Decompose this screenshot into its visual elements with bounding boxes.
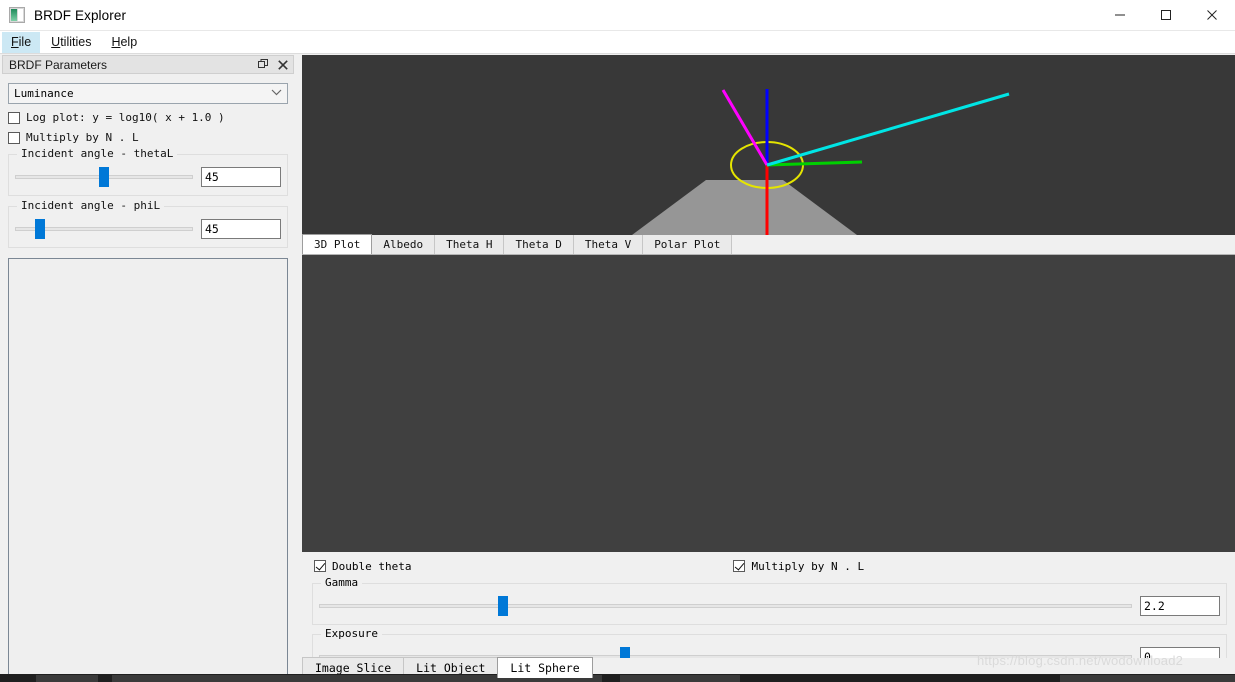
brdf-channel-combo[interactable]: Luminance — [8, 83, 288, 104]
minimize-button[interactable] — [1097, 0, 1143, 31]
phil-slider[interactable] — [15, 218, 193, 240]
float-icon[interactable] — [253, 56, 273, 74]
maximize-button[interactable] — [1143, 0, 1189, 31]
phil-value-input[interactable]: 45 — [201, 219, 281, 239]
bottom-multiply-nl-label: Multiply by N . L — [751, 559, 865, 573]
tab-theta-v[interactable]: Theta V — [572, 234, 644, 254]
menu-item-utilities[interactable]: Utilities — [42, 32, 100, 53]
log-plot-checkbox-row[interactable]: Log plot: y = log10( x + 1.0 ) — [8, 111, 296, 124]
brdf-parameters-panel: BRDF Parameters Luminance Log plot: y = … — [0, 55, 296, 682]
tab-lit-sphere[interactable]: Lit Sphere — [497, 657, 593, 678]
bottom-checkbox-row: Double theta Multiply by N . L — [314, 558, 1235, 574]
tab-polar-plot[interactable]: Polar Plot — [642, 234, 733, 254]
close-button[interactable] — [1189, 0, 1235, 31]
thetal-slider-thumb[interactable] — [98, 167, 109, 187]
chevron-down-icon — [271, 88, 282, 99]
3d-viewport[interactable] — [302, 55, 1235, 235]
taskbar-item[interactable] — [36, 675, 98, 682]
gamma-slider-track — [319, 604, 1132, 608]
menu-item-help[interactable]: Help — [102, 32, 146, 53]
gamma-group-label: Gamma — [321, 576, 363, 589]
panel-close-icon[interactable] — [273, 56, 293, 74]
main-content: 3D Plot Albedo Theta H Theta D Theta V P… — [302, 55, 1235, 676]
exposure-group-label: Exposure — [321, 627, 382, 640]
bottom-multiply-nl-checkbox[interactable] — [733, 560, 746, 572]
menu-item-file[interactable]: File — [2, 31, 41, 53]
gamma-value-input[interactable]: 2.2 — [1140, 596, 1220, 616]
gamma-group: Gamma 2.2 — [312, 576, 1227, 625]
application-window: BRDF Explorer File Utilities Help BRDF P… — [0, 0, 1235, 682]
combo-selected-value: Luminance — [14, 87, 74, 100]
menu-bar: File Utilities Help — [0, 31, 1235, 54]
thetal-value-input[interactable]: 45 — [201, 167, 281, 187]
log-plot-checkbox[interactable] — [8, 111, 20, 124]
app-icon — [9, 7, 25, 23]
panel-title-label: BRDF Parameters — [9, 57, 108, 72]
3d-scene — [302, 55, 1235, 235]
gamma-slider[interactable] — [319, 595, 1132, 617]
brdf-parameter-list[interactable] — [8, 258, 288, 682]
thetal-group-label: Incident angle - thetaL — [17, 147, 178, 160]
top-tab-bar: 3D Plot Albedo Theta H Theta D Theta V P… — [302, 234, 1235, 255]
thetal-slider[interactable] — [15, 166, 193, 188]
tab-theta-h[interactable]: Theta H — [434, 234, 505, 254]
window-title: BRDF Explorer — [34, 7, 127, 23]
phil-group: Incident angle - phiL 45 — [8, 199, 288, 248]
os-taskbar — [0, 674, 1235, 682]
multiply-nl-checkbox[interactable] — [8, 131, 20, 144]
multiply-nl-checkbox-row[interactable]: Multiply by N . L — [8, 131, 296, 144]
gamma-slider-thumb[interactable] — [497, 596, 508, 616]
lit-sphere-render-area[interactable] — [302, 255, 1235, 552]
tab-albedo[interactable]: Albedo — [371, 234, 436, 254]
tab-3d-plot[interactable]: 3D Plot — [302, 234, 373, 254]
phil-slider-thumb[interactable] — [34, 219, 45, 239]
taskbar-item[interactable] — [1060, 675, 1235, 682]
window-title-bar: BRDF Explorer — [0, 0, 1235, 31]
window-controls — [1097, 0, 1235, 31]
multiply-nl-label: Multiply by N . L — [26, 131, 139, 144]
phil-group-label: Incident angle - phiL — [17, 199, 165, 212]
double-theta-label: Double theta — [332, 559, 412, 573]
thetal-group: Incident angle - thetaL 45 — [8, 147, 288, 196]
watermark-text: https://blog.csdn.net/wodownload2 — [977, 653, 1184, 668]
log-plot-label: Log plot: y = log10( x + 1.0 ) — [26, 111, 225, 124]
taskbar-item[interactable] — [620, 675, 740, 682]
double-theta-checkbox[interactable] — [314, 560, 326, 572]
panel-title-bar: BRDF Parameters — [2, 55, 294, 74]
tab-theta-d[interactable]: Theta D — [503, 234, 574, 254]
